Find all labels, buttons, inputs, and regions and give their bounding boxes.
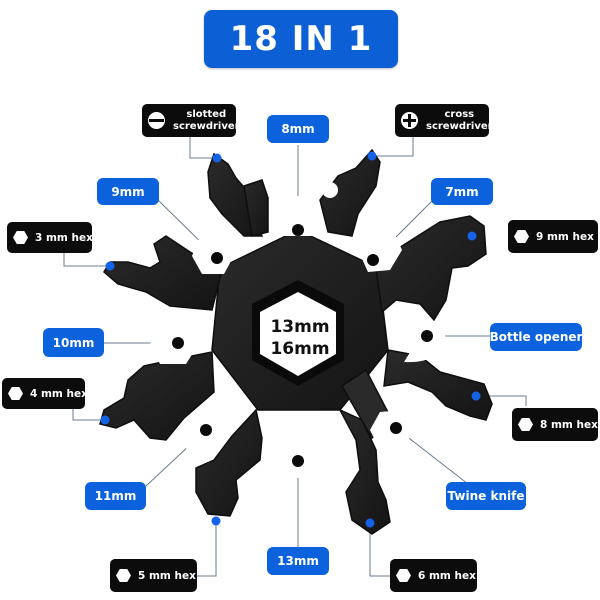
marker-slotted — [212, 153, 222, 163]
marker-bottle — [421, 330, 433, 342]
cross-screwdriver-text: cross screwdriver — [426, 109, 493, 133]
cross-line1: cross — [444, 108, 475, 120]
hex-icon — [13, 231, 28, 244]
multitool-illustration — [63, 128, 527, 577]
slotted-line1: slotted — [186, 108, 227, 120]
label-7mm: 7mm — [431, 178, 493, 205]
center-size-1: 13mm — [270, 317, 330, 337]
label-9mm-hex-text: 9 mm hex — [536, 230, 594, 243]
marker-6mm-hex — [365, 518, 375, 528]
label-3mm-hex: 3 mm hex — [7, 222, 93, 253]
marker-3mm-hex — [105, 261, 115, 271]
label-6mm-hex: 6 mm hex — [390, 559, 477, 592]
marker-8mm — [292, 224, 304, 236]
center-hex-label: 13mm 16mm — [250, 316, 350, 360]
label-11mm: 11mm — [85, 482, 146, 510]
hex-icon — [116, 569, 131, 582]
label-8mm-hex: 8 mm hex — [512, 408, 598, 441]
label-4mm-hex: 4 mm hex — [2, 378, 88, 409]
label-10mm: 10mm — [43, 328, 104, 357]
cross-screwdriver-icon — [401, 112, 418, 129]
slotted-line2: screwdriver — [173, 120, 240, 132]
marker-11mm — [200, 424, 212, 436]
marker-9mm — [211, 252, 223, 264]
marker-9mm-hex — [467, 231, 477, 241]
marker-twine — [390, 422, 402, 434]
hex-icon — [514, 230, 529, 243]
label-bottle-opener: Bottle opener — [490, 323, 582, 351]
label-8mm-hex-text: 8 mm hex — [540, 418, 598, 431]
label-5mm-hex: 5 mm hex — [110, 559, 197, 592]
leader-5mm-hex — [197, 521, 217, 577]
slotted-screwdriver-icon — [148, 112, 165, 129]
slotted-screwdriver-text: slotted screwdriver — [173, 109, 240, 133]
label-8mm: 8mm — [267, 115, 329, 143]
marker-cross — [367, 151, 377, 161]
label-3mm-hex-text: 3 mm hex — [35, 231, 93, 244]
label-5mm-hex-text: 5 mm hex — [138, 569, 196, 582]
label-4mm-hex-text: 4 mm hex — [30, 387, 88, 400]
label-6mm-hex-text: 6 mm hex — [418, 569, 476, 582]
marker-4mm-hex — [100, 415, 110, 425]
marker-5mm-hex — [211, 516, 221, 526]
marker-10mm — [172, 337, 184, 349]
center-size-2: 16mm — [270, 339, 330, 359]
hex-icon — [396, 569, 411, 582]
marker-8mm-hex — [471, 391, 481, 401]
hex-icon — [518, 418, 533, 431]
label-slotted-screwdriver: slotted screwdriver — [142, 104, 240, 137]
marker-7mm — [367, 254, 379, 266]
cross-line2: screwdriver — [426, 120, 493, 132]
label-13mm: 13mm — [267, 547, 329, 575]
label-9mm: 9mm — [97, 178, 159, 205]
marker-13mm — [292, 455, 304, 467]
label-cross-screwdriver: cross screwdriver — [395, 104, 493, 137]
label-twine-knife: Twine knife — [446, 482, 526, 510]
hex-icon — [8, 387, 23, 400]
label-9mm-hex: 9 mm hex — [508, 220, 598, 253]
